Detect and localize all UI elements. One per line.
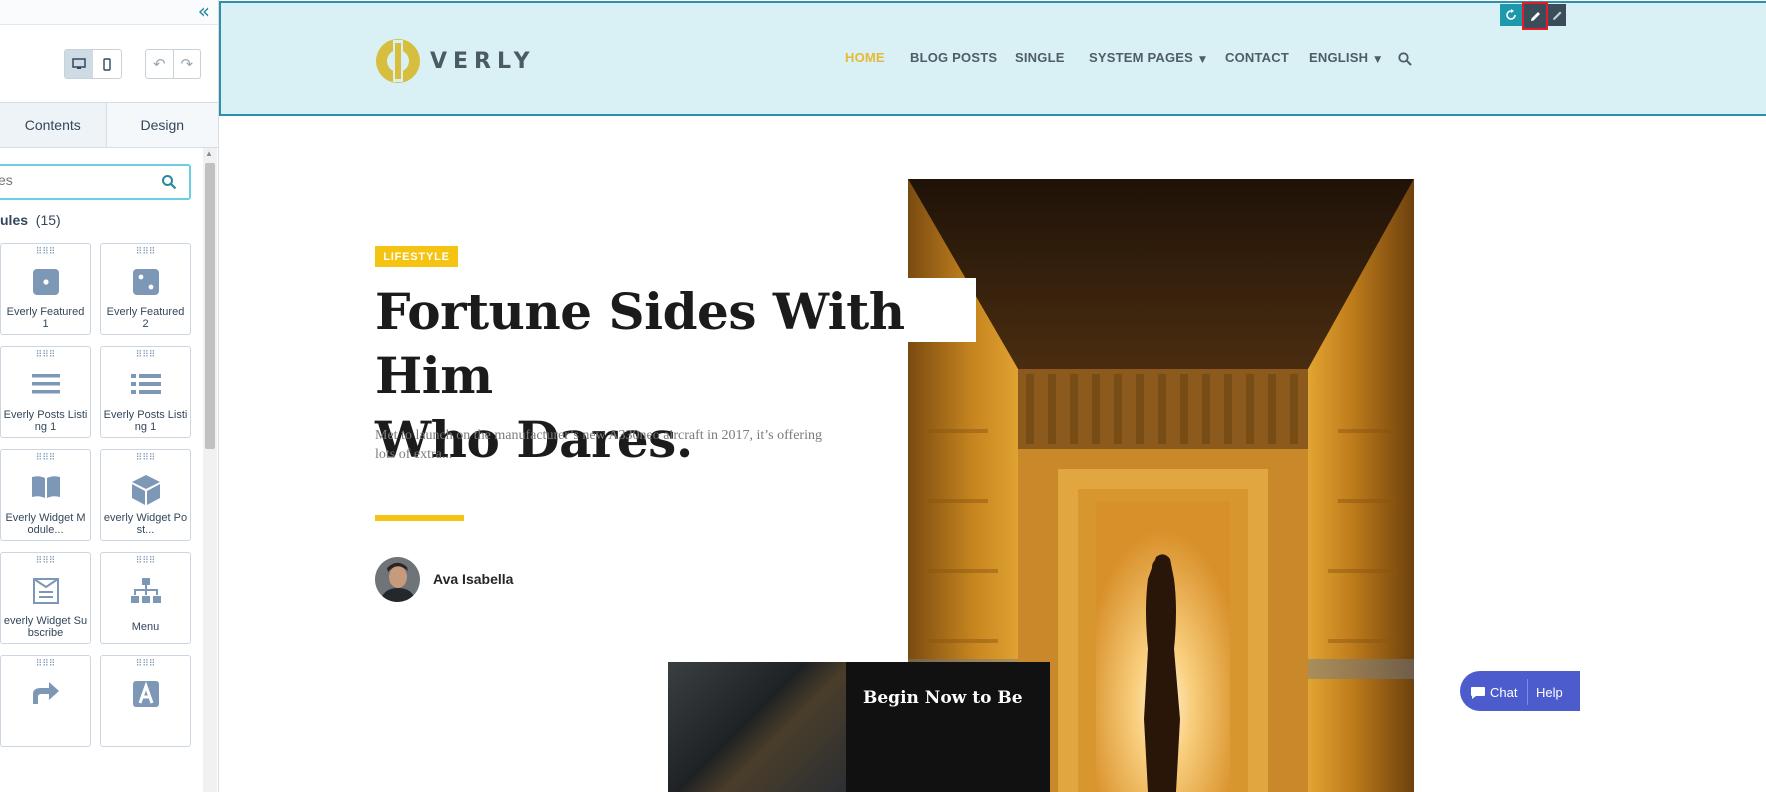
nav-contact[interactable]: CONTACT [1225, 50, 1289, 65]
site-search-icon[interactable] [1398, 52, 1412, 66]
editor-tabs: Contents Design [0, 102, 218, 148]
nav-language-label: ENGLISH [1309, 50, 1369, 65]
logo-mark-icon [376, 39, 420, 83]
module-card[interactable]: ⠿⠿⠿ [100, 655, 191, 747]
promo-title: Begin Now to Be [863, 688, 1023, 708]
module-card[interactable]: ⠿⠿⠿ Everly Featured 2 [100, 243, 191, 335]
promo-card[interactable]: Begin Now to Be [668, 662, 1050, 792]
module-card-label: everly Widget Post... [103, 512, 188, 536]
nav-blog-posts[interactable]: BLOG POSTS [910, 50, 997, 65]
nav-language[interactable]: ENGLISH ▼ [1309, 50, 1381, 65]
chat-button[interactable]: Chat [1470, 685, 1517, 700]
chat-divider [1527, 679, 1528, 705]
drag-handle-icon[interactable]: ⠿⠿⠿ [1, 658, 90, 668]
panel-scrollbar-thumb[interactable] [205, 163, 215, 449]
category-badge[interactable]: LIFESTYLE [375, 246, 458, 267]
module-card[interactable]: ⠿⠿⠿ everly Widget Post... [100, 449, 191, 541]
pencil-icon [1530, 11, 1540, 21]
editor-sidebar: « ↶ ↷ Contents Design ules (15) ⠿⠿⠿ Ever… [0, 0, 219, 792]
dice-one-icon [32, 269, 59, 295]
module-card-label: everly Widget Subscribe [3, 615, 88, 639]
device-toggle [64, 49, 122, 79]
sitemap-icon [130, 578, 161, 603]
history-controls: ↶ ↷ [145, 49, 201, 79]
tab-contents[interactable]: Contents [0, 103, 107, 147]
drag-handle-icon[interactable]: ⠿⠿⠿ [1, 452, 90, 462]
modules-count: (15) [35, 212, 61, 228]
chat-widget: Chat Help [1460, 671, 1580, 711]
refresh-module-button[interactable] [1500, 4, 1522, 26]
drag-handle-icon[interactable]: ⠿⠿⠿ [101, 349, 190, 359]
drag-handle-icon[interactable]: ⠿⠿⠿ [101, 555, 190, 565]
author-name[interactable]: Ava Isabella [433, 571, 513, 587]
chat-bubble-icon [1471, 686, 1485, 699]
collapse-bar: « [0, 0, 218, 25]
edit-style-button[interactable] [1548, 4, 1566, 26]
nav-system-pages[interactable]: SYSTEM PAGES ▼ [1089, 50, 1206, 65]
hero-title-line-1: Fortune Sides With Him [375, 282, 905, 405]
modules-heading: ules (15) [0, 212, 61, 228]
search-icon[interactable] [161, 174, 177, 190]
share-icon [32, 682, 59, 704]
hero-excerpt: Met to launch on the manufacturer’s new … [375, 428, 822, 462]
module-search-input[interactable] [0, 172, 148, 188]
drag-handle-icon[interactable]: ⠿⠿⠿ [1, 349, 90, 359]
drag-handle-icon[interactable]: ⠿⠿⠿ [101, 658, 190, 668]
module-card[interactable]: ⠿⠿⠿ Everly Posts Listing 1 [100, 346, 191, 438]
module-card-label: Menu [131, 621, 160, 633]
module-card[interactable]: ⠿⠿⠿ Menu [100, 552, 191, 644]
undo-button[interactable]: ↶ [146, 50, 174, 78]
module-card[interactable]: ⠿⠿⠿ Everly Widget Module... [0, 449, 91, 541]
desktop-view-button[interactable] [65, 50, 93, 78]
refresh-icon [1506, 9, 1516, 20]
module-card-label: Everly Featured 1 [6, 306, 85, 330]
nav-system-pages-label: SYSTEM PAGES [1089, 50, 1194, 65]
nav-home[interactable]: HOME [845, 50, 885, 65]
help-button[interactable]: Help [1536, 685, 1563, 700]
desktop-icon [72, 58, 86, 69]
site-logo[interactable]: VERLY [375, 38, 536, 84]
module-card[interactable]: ⠿⠿⠿ everly Widget Subscribe [0, 552, 91, 644]
redo-button[interactable]: ↷ [174, 50, 201, 78]
module-card-label: Everly Posts Listing 1 [103, 409, 188, 433]
module-card-label: Everly Posts Listing 1 [3, 409, 88, 433]
newsletter-icon [32, 578, 59, 604]
dice-two-icon [132, 269, 159, 295]
module-card[interactable]: ⠿⠿⠿ Everly Posts Listing 1 [0, 346, 91, 438]
module-card[interactable]: ⠿⠿⠿ Everly Featured 1 [0, 243, 91, 335]
module-search [0, 164, 191, 200]
mobile-view-button[interactable] [93, 50, 121, 78]
logo-text: VERLY [430, 48, 536, 74]
accent-divider [375, 515, 464, 521]
chevron-down-icon: ▼ [1374, 55, 1382, 65]
promo-thumbnail [668, 662, 846, 792]
cube-icon [131, 475, 160, 505]
text-a-icon [132, 681, 159, 707]
module-card[interactable]: ⠿⠿⠿ [0, 655, 91, 747]
avatar-image [375, 557, 420, 602]
edit-module-button[interactable] [1522, 2, 1548, 30]
chevron-down-icon: ▼ [1199, 55, 1207, 65]
module-card-label: Everly Widget Module... [5, 512, 86, 536]
pencil-icon [1552, 11, 1561, 20]
chat-label: Chat [1490, 685, 1518, 700]
drag-handle-icon[interactable]: ⠿⠿⠿ [1, 246, 90, 256]
modules-label: ules [0, 212, 29, 228]
list-lines-icon [31, 374, 60, 394]
nav-single[interactable]: SINGLE [1015, 50, 1065, 65]
module-card-label: Everly Featured 2 [106, 306, 185, 330]
list-bullets-icon [130, 374, 161, 394]
tab-design[interactable]: Design [106, 103, 218, 147]
drag-handle-icon[interactable]: ⠿⠿⠿ [1, 555, 90, 565]
drag-handle-icon[interactable]: ⠿⠿⠿ [101, 452, 190, 462]
author-avatar[interactable] [375, 557, 420, 602]
collapse-panel-icon[interactable]: « [198, 1, 210, 21]
mobile-icon [103, 57, 111, 71]
drag-handle-icon[interactable]: ⠿⠿⠿ [101, 246, 190, 256]
scroll-up-icon[interactable]: ▲ [205, 149, 213, 158]
book-icon [31, 476, 60, 498]
